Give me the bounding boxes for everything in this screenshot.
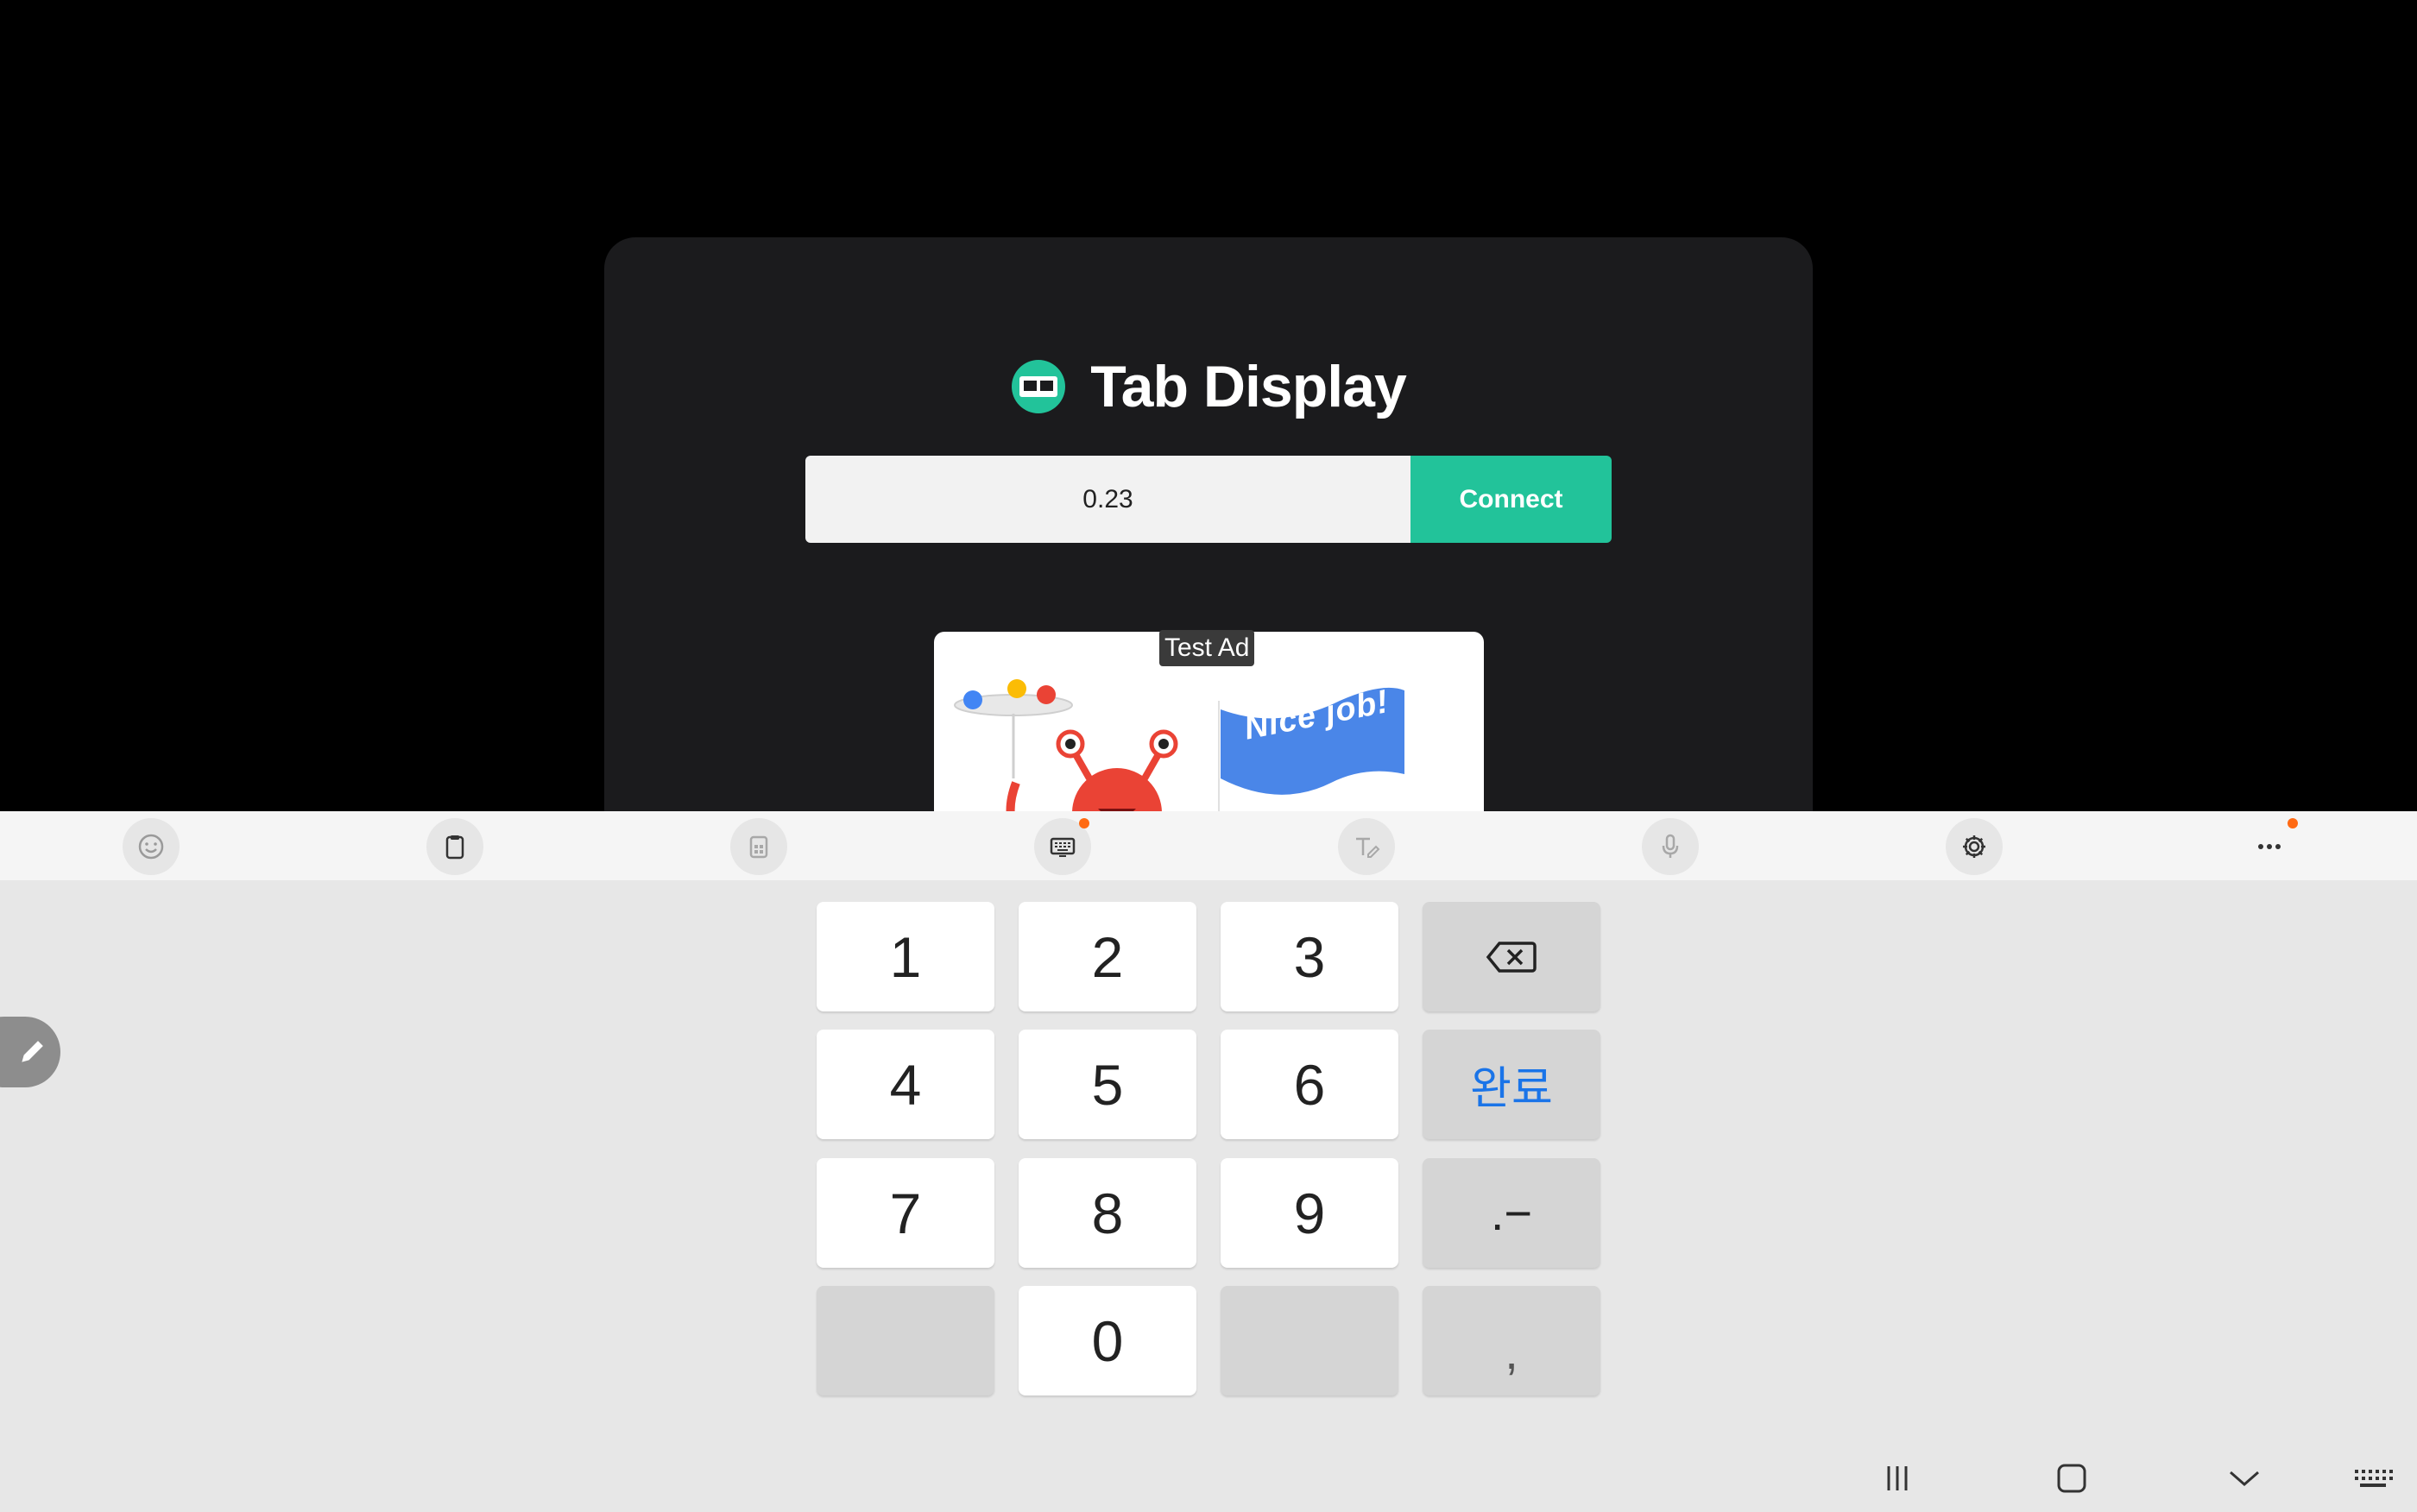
done-key[interactable]: 완료 [1423, 1030, 1600, 1139]
handwriting-icon[interactable] [1338, 818, 1395, 875]
key-6[interactable]: 6 [1221, 1030, 1398, 1139]
blank-key-right[interactable] [1221, 1286, 1398, 1395]
app-logo-icon [1012, 360, 1066, 413]
comma-key[interactable]: , [1423, 1286, 1600, 1395]
backspace-key[interactable] [1423, 902, 1600, 1011]
key-5[interactable]: 5 [1019, 1030, 1196, 1139]
key-8[interactable]: 8 [1019, 1158, 1196, 1268]
home-icon[interactable] [2042, 1452, 2102, 1504]
dot-minus-key[interactable]: .− [1423, 1158, 1600, 1268]
title-row: Tab Display [604, 339, 1813, 434]
recent-apps-icon[interactable] [1867, 1452, 1928, 1504]
back-icon[interactable] [2214, 1452, 2275, 1504]
microphone-icon[interactable] [1642, 818, 1699, 875]
key-0[interactable]: 0 [1019, 1286, 1196, 1395]
connect-row: Connect [805, 456, 1612, 543]
app-area: Tab Display Connect [0, 0, 2417, 811]
key-3[interactable]: 3 [1221, 902, 1398, 1011]
navigation-bar [0, 1446, 2417, 1512]
more-notification-dot [2288, 818, 2298, 828]
pen-floating-button[interactable] [0, 1017, 60, 1087]
samsung-keyboard: 1 2 3 4 5 6 완료 7 8 9 .− 0 , [0, 811, 2417, 1512]
ip-address-input[interactable] [805, 456, 1410, 543]
settings-icon[interactable] [1946, 818, 2003, 875]
keyboard-switch-icon[interactable] [2343, 1452, 2403, 1504]
app-title: Tab Display [1090, 354, 1407, 419]
key-7[interactable]: 7 [817, 1158, 994, 1268]
key-2[interactable]: 2 [1019, 902, 1196, 1011]
test-ad-badge: Test Ad [1159, 630, 1255, 666]
connect-card: Tab Display Connect [604, 237, 1813, 811]
pencil-icon [22, 1041, 43, 1062]
clipboard-icon[interactable] [426, 818, 483, 875]
key-1[interactable]: 1 [817, 902, 994, 1011]
keyboard-mode-icon[interactable] [730, 818, 787, 875]
key-4[interactable]: 4 [817, 1030, 994, 1139]
keyboard-toolbar [0, 811, 2417, 880]
keyboard-notification-dot [1079, 818, 1089, 828]
connect-button[interactable]: Connect [1410, 456, 1612, 543]
emoji-icon[interactable] [123, 818, 180, 875]
backspace-icon [1486, 941, 1537, 973]
blank-key-left[interactable] [817, 1286, 994, 1395]
key-9[interactable]: 9 [1221, 1158, 1398, 1268]
